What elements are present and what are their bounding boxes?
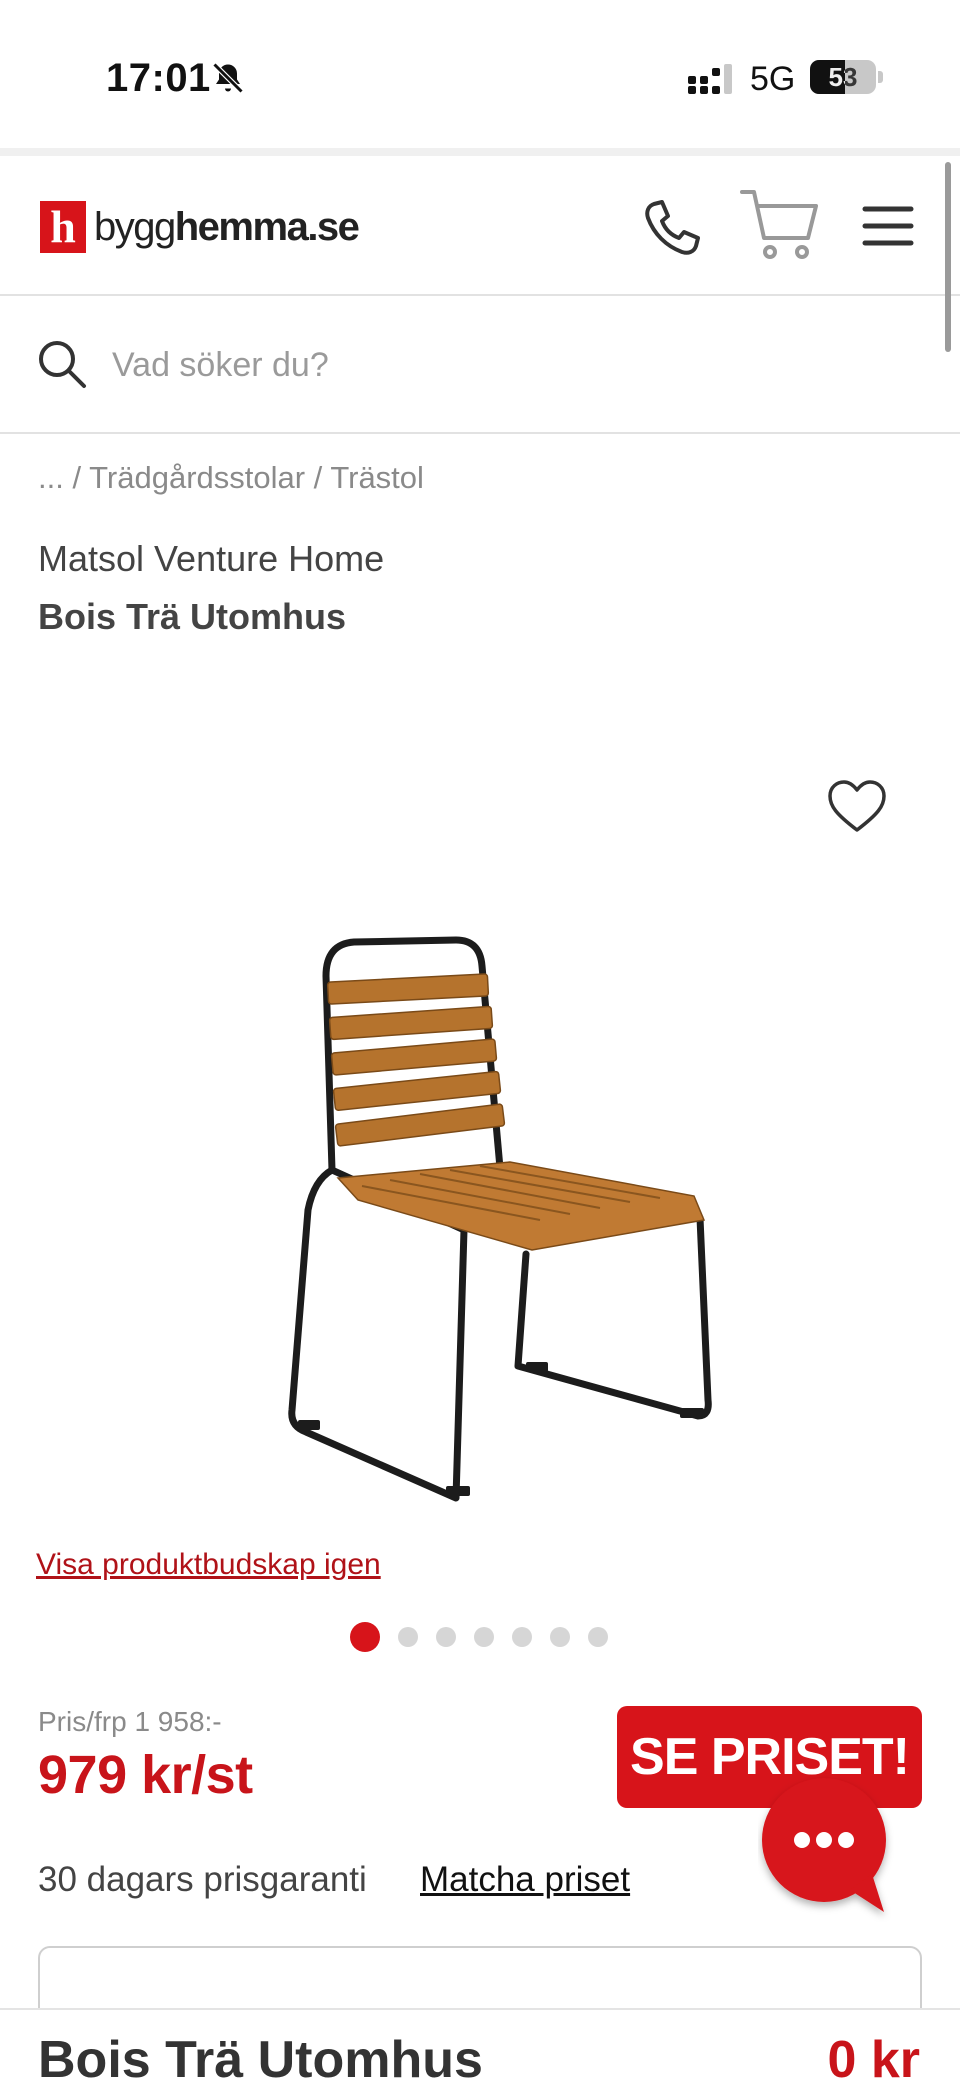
carousel-dot-5[interactable] xyxy=(512,1627,532,1647)
match-price-link[interactable]: Matcha priset xyxy=(420,1860,630,1900)
site-logo[interactable]: h bygghemma.se xyxy=(40,201,360,253)
image-carousel-dots xyxy=(350,1622,608,1652)
menu-icon[interactable] xyxy=(862,204,914,248)
logo-text-suffix: .se xyxy=(307,204,360,249)
signal-icon xyxy=(688,64,732,94)
logo-text: bygghemma.se xyxy=(94,204,360,250)
chat-icon[interactable] xyxy=(758,1772,894,1922)
bell-slash-icon xyxy=(212,62,244,94)
product-price: 979 kr/st xyxy=(38,1745,253,1805)
battery-percent: 53 xyxy=(828,62,858,92)
carousel-dot-7[interactable] xyxy=(588,1627,608,1647)
carousel-dot-6[interactable] xyxy=(550,1627,570,1647)
cart-icon[interactable] xyxy=(738,186,820,264)
logo-text-bold: hemma xyxy=(174,204,309,249)
logo-text-light: bygg xyxy=(94,204,176,249)
replay-product-message-link[interactable]: Visa produktbudskap igen xyxy=(36,1548,381,1582)
logo-mark: h xyxy=(40,201,86,253)
site-header: h bygghemma.se xyxy=(0,156,960,296)
footer-product-title: Bois Trä Utomhus xyxy=(38,2031,483,2087)
carousel-dot-3[interactable] xyxy=(436,1627,456,1647)
network-type: 5G xyxy=(750,60,796,98)
footer-total: 0 kr xyxy=(827,2031,920,2087)
breadcrumb[interactable]: ... / Trädgårdsstolar / Trästol xyxy=(38,460,424,496)
carousel-dot-1[interactable] xyxy=(350,1622,380,1652)
search-input[interactable] xyxy=(112,336,912,394)
sticky-footer: Bois Trä Utomhus 0 kr xyxy=(0,2008,960,2087)
status-time: 17:01 xyxy=(106,56,211,100)
battery-nub xyxy=(878,71,883,83)
reference-price: Pris/frp 1 958:- xyxy=(38,1706,222,1737)
product-brand[interactable]: Matsol Venture Home xyxy=(38,538,384,580)
phone-icon[interactable] xyxy=(640,196,704,260)
product-image-chair[interactable] xyxy=(270,930,730,1510)
status-bar: 17:01 5G 53 xyxy=(0,0,960,148)
heart-icon[interactable] xyxy=(826,778,888,834)
carousel-dot-4[interactable] xyxy=(474,1627,494,1647)
battery-indicator: 53 xyxy=(810,60,876,94)
carousel-dot-2[interactable] xyxy=(398,1627,418,1647)
price-guarantee-text: 30 dagars prisgaranti xyxy=(38,1860,367,1899)
top-divider xyxy=(0,148,960,156)
search-icon xyxy=(39,341,86,388)
search-bar xyxy=(0,298,960,434)
product-title: Bois Trä Utomhus xyxy=(38,596,347,637)
